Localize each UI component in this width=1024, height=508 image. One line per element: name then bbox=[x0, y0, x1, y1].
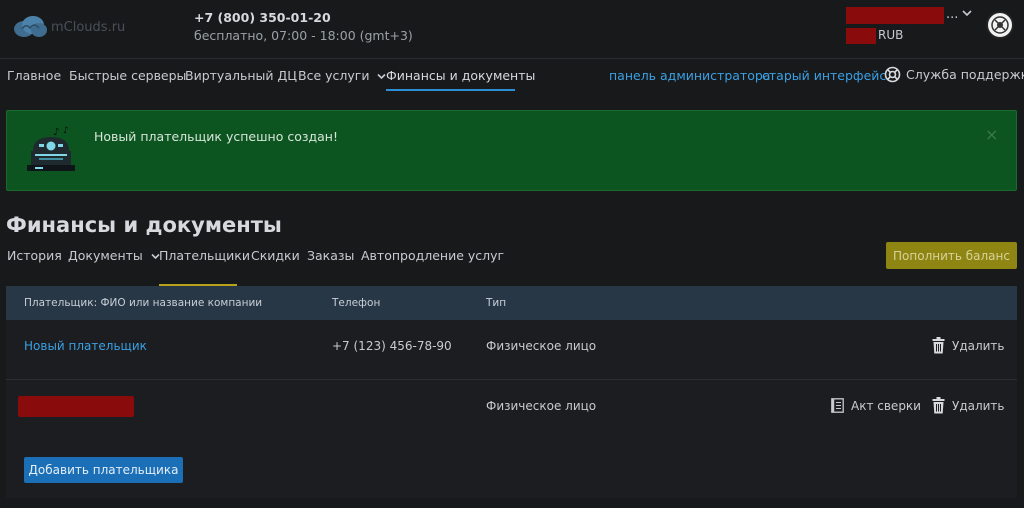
delete-button[interactable]: Удалить bbox=[932, 397, 1005, 414]
add-payer-button[interactable]: Добавить плательщика bbox=[24, 457, 183, 483]
account-currency: RUB bbox=[878, 28, 904, 42]
chevron-down-icon[interactable] bbox=[962, 9, 972, 17]
topup-balance-button[interactable]: Пополнить баланс bbox=[886, 242, 1017, 269]
nav-item-all-services-label: Все услуги bbox=[298, 68, 370, 83]
old-interface-link[interactable]: старый интерфейс bbox=[762, 68, 886, 83]
support-hours: бесплатно, 07:00 - 18:00 (gmt+3) bbox=[194, 28, 413, 43]
tab-discounts[interactable]: Скидки bbox=[251, 248, 300, 263]
payer-phone: +7 (123) 456-78-90 bbox=[332, 339, 452, 353]
logo-text: mClouds.ru bbox=[51, 19, 126, 35]
delete-label: Удалить bbox=[952, 338, 1005, 353]
account-name-redacted[interactable] bbox=[846, 7, 944, 24]
trash-icon bbox=[932, 397, 945, 414]
nav-active-underline bbox=[386, 89, 515, 91]
account-ellipsis: ... bbox=[946, 7, 959, 22]
support-link[interactable]: Служба поддержки bbox=[884, 66, 1024, 83]
robot-icon: ♪ ♪ bbox=[27, 126, 75, 171]
nav-item-finance[interactable]: Финансы и документы bbox=[386, 68, 535, 83]
reconciliation-act-label: Акт сверки bbox=[851, 398, 921, 413]
column-header-phone: Телефон bbox=[332, 297, 381, 309]
trash-icon bbox=[932, 337, 945, 354]
avatar[interactable] bbox=[986, 11, 1014, 39]
table-row: Физическое лицо Акт сверки Удалить bbox=[6, 380, 1017, 440]
column-header-payer: Плательщик: ФИО или название компании bbox=[24, 297, 263, 309]
reconciliation-act-button[interactable]: Акт сверки bbox=[831, 398, 921, 413]
tab-orders[interactable]: Заказы bbox=[307, 248, 354, 263]
table-header: Плательщик: ФИО или название компании Те… bbox=[6, 286, 1017, 320]
admin-panel-link[interactable]: панель администратора bbox=[609, 68, 770, 83]
account-balance-redacted bbox=[846, 28, 876, 44]
avatar-emblem-icon bbox=[991, 16, 1009, 34]
payer-type: Физическое лицо bbox=[486, 339, 597, 353]
payer-name-redacted[interactable] bbox=[18, 396, 134, 417]
header: mClouds.ru +7 (800) 350-01-20 бесплатно,… bbox=[0, 0, 1024, 58]
payer-type: Физическое лицо bbox=[486, 399, 597, 413]
svg-text:♪: ♪ bbox=[63, 126, 69, 136]
delete-label: Удалить bbox=[952, 398, 1005, 413]
support-phone: +7 (800) 350-01-20 bbox=[194, 10, 331, 25]
page-title: Финансы и документы bbox=[6, 213, 282, 237]
nav-item-fast-servers[interactable]: Быстрые серверы bbox=[69, 68, 186, 83]
nav-item-virtual-dc[interactable]: Виртуальный ДЦ bbox=[185, 68, 297, 83]
nav-item-home[interactable]: Главное bbox=[7, 68, 61, 83]
svg-text:♪: ♪ bbox=[53, 127, 59, 138]
tab-autorenew[interactable]: Автопродление услуг bbox=[361, 248, 504, 263]
success-alert: ♪ ♪ Новый плательщик успешно создан! × bbox=[6, 110, 1017, 191]
tab-payers[interactable]: Плательщики bbox=[159, 248, 250, 263]
tab-documents[interactable]: Документы bbox=[68, 248, 160, 263]
logo[interactable]: mClouds.ru bbox=[12, 14, 125, 40]
document-icon bbox=[831, 398, 844, 413]
payer-name-link[interactable]: Новый плательщик bbox=[24, 339, 147, 353]
lifebuoy-icon bbox=[884, 66, 901, 83]
alert-message: Новый плательщик успешно создан! bbox=[94, 129, 338, 144]
column-header-type: Тип bbox=[486, 297, 507, 309]
tab-history[interactable]: История bbox=[7, 248, 62, 263]
delete-button[interactable]: Удалить bbox=[932, 337, 1005, 354]
cloud-logo-icon bbox=[14, 16, 47, 37]
table-row: Новый плательщик +7 (123) 456-78-90 Физи… bbox=[6, 320, 1017, 380]
tab-documents-label: Документы bbox=[68, 248, 143, 263]
close-icon[interactable]: × bbox=[985, 125, 998, 144]
nav-item-all-services[interactable]: Все услуги bbox=[298, 68, 387, 83]
support-label: Служба поддержки bbox=[906, 67, 1024, 82]
